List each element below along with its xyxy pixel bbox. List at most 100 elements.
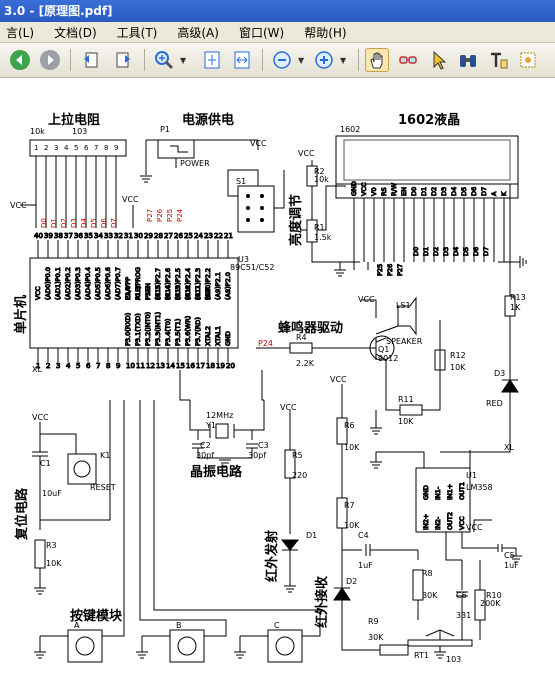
lcd-pin-label: RS — [380, 187, 388, 196]
svg-text:89C51/C52: 89C51/C52 — [230, 263, 274, 272]
svg-text:12MHz: 12MHz — [206, 411, 233, 420]
back-icon[interactable] — [8, 48, 32, 72]
mcu-pin-label: (A11)P2.3 — [194, 268, 202, 300]
mcu-pin-num-bottom: 9 — [116, 362, 120, 370]
mcu-pin-label: P3.5(T1) — [174, 319, 182, 346]
menu-help[interactable]: 帮助(H) — [298, 24, 352, 41]
svg-text:D3: D3 — [494, 369, 505, 378]
mcu-pin-num-top: 21 — [224, 232, 233, 240]
lcd-pin-label: D3 — [440, 187, 448, 196]
lcd-data-label: D4 — [452, 247, 460, 256]
text-select-icon[interactable] — [486, 48, 510, 72]
zoom-in-plus-icon[interactable] — [312, 48, 336, 72]
lcd-pin-label: V0 — [370, 187, 378, 196]
mcu-pin-num-bottom: 7 — [96, 362, 100, 370]
mcu-pin-label: (A8)P2.0 — [224, 272, 232, 300]
lcd-pin-label: D4 — [450, 187, 458, 196]
schematic: 123456789 VCC (AD0)P0.0 (AD1)P0.1 (AD2)P0.2… — [10, 112, 527, 664]
label-ir-tx: 红外发射 — [264, 530, 280, 582]
select-arrow-icon[interactable] — [426, 48, 450, 72]
svg-text:R9: R9 — [368, 617, 379, 626]
mcu-pin-num-top: 31 — [124, 232, 133, 240]
mcu-pin-label: (A12)P2.4 — [184, 268, 192, 300]
mcu-pin-label: (A9)P2.1 — [214, 272, 222, 300]
svg-text:VCC: VCC — [358, 295, 375, 304]
rpack-pin-num: 6 — [84, 144, 89, 152]
document-view[interactable]: 123456789 VCC (AD0)P0.0 (AD1)P0.1 (AD2)P0.2… — [0, 78, 555, 682]
mcu-pin-label: (AD7)P0.7 — [114, 267, 122, 300]
svg-text:2.2K: 2.2K — [296, 359, 315, 368]
svg-text:30pf: 30pf — [196, 451, 214, 460]
lm358-pin-label: IN1+ — [446, 484, 454, 500]
mcu-pin-num-bottom: 19 — [216, 362, 225, 370]
mcu-pin-num-bottom: 15 — [176, 362, 185, 370]
svg-text:30pf: 30pf — [248, 451, 266, 460]
mcu-pin-num-top: 38 — [54, 232, 63, 240]
mcu-pin-label: PSEN — [144, 283, 152, 300]
data-line-label: D6 — [100, 218, 108, 228]
mcu-pin-label: P3.1(TXD) — [134, 313, 142, 346]
binoculars-icon[interactable] — [456, 48, 480, 72]
svg-text:XL: XL — [32, 365, 42, 374]
menu-advanced[interactable]: 高级(A) — [171, 24, 225, 41]
zoom-dropdown-icon[interactable]: ▼ — [180, 56, 186, 65]
mcu-pin-num-bottom: 3 — [56, 362, 60, 370]
menu-document[interactable]: 文档(D) — [48, 24, 103, 41]
rpack-pin-num: 2 — [44, 144, 48, 152]
zoom-out-icon[interactable] — [270, 48, 294, 72]
mcu-pin-label: (AD5)P0.5 — [94, 267, 102, 300]
svg-text:C6: C6 — [456, 591, 467, 600]
mcu-pin-num-top: 27 — [164, 232, 173, 240]
page-prev-icon[interactable] — [80, 48, 104, 72]
label-power: 电源供电 — [182, 112, 234, 128]
mcu-pin-label: XTAL2 — [204, 326, 212, 346]
zoom-in-dropdown-icon[interactable]: ▼ — [340, 56, 346, 65]
lm358-pin-label: GND — [422, 485, 430, 500]
mcu-pin-label: P3.3(INT1) — [154, 312, 162, 346]
port-label: P27 — [146, 209, 154, 222]
mcu-pin-num-top: 24 — [194, 232, 203, 240]
power-switch — [237, 185, 275, 233]
lcd-display — [335, 135, 519, 185]
mcu-pin-num-bottom: 4 — [66, 362, 71, 370]
fit-page-icon[interactable] — [200, 48, 224, 72]
mcu-pin-label: (AD4)P0.4 — [84, 267, 92, 300]
fit-width-icon[interactable] — [230, 48, 254, 72]
zoom-in-icon[interactable] — [152, 48, 176, 72]
svg-text:C5: C5 — [504, 551, 515, 560]
label-crystal: 晶振电路 — [190, 464, 243, 480]
svg-text:R3: R3 — [46, 541, 57, 550]
svg-text:1uF: 1uF — [358, 561, 373, 570]
menu-language[interactable]: 言(L) — [0, 24, 40, 41]
mcu-pin-num-top: 33 — [104, 232, 113, 240]
forward-icon[interactable] — [38, 48, 62, 72]
svg-text:Y1: Y1 — [205, 421, 216, 430]
snapshot-icon[interactable] — [516, 48, 540, 72]
mcu-pin-num-bottom: 12 — [146, 362, 155, 370]
zoom-out-dropdown-icon[interactable]: ▼ — [298, 56, 304, 65]
svg-text:SPEAKER: SPEAKER — [386, 337, 423, 346]
menu-window[interactable]: 窗口(W) — [233, 24, 290, 41]
svg-text:VCC: VCC — [298, 149, 315, 158]
svg-text:R8: R8 — [422, 569, 433, 578]
lm358-pin-label: OUT1 — [458, 482, 466, 500]
svg-text:C2: C2 — [200, 441, 211, 450]
svg-text:200K: 200K — [480, 599, 501, 608]
toolbar: ▼ ▼ ▼ — [0, 43, 555, 78]
svg-text:VCC: VCC — [122, 195, 139, 204]
menu-bar: 言(L) 文档(D) 工具(T) 高级(A) 窗口(W) 帮助(H) — [0, 22, 555, 43]
mcu-pin-label: (A10)P2.2 — [204, 268, 212, 300]
svg-text:VCC: VCC — [466, 523, 483, 532]
hand-tool-icon[interactable] — [365, 48, 389, 72]
page-next-icon[interactable] — [110, 48, 134, 72]
svg-text:D1: D1 — [306, 531, 317, 540]
glasses-icon[interactable] — [396, 48, 420, 72]
data-line-label: D5 — [90, 218, 98, 228]
mcu-pin-num-bottom: 8 — [106, 362, 110, 370]
rpack-pin-num: 3 — [54, 144, 58, 152]
mcu-pin-label: (A15)P2.7 — [154, 268, 162, 300]
mcu-pin-num-top: 22 — [214, 232, 223, 240]
mcu-pin-label: P3.6(WR) — [184, 316, 192, 346]
lcd-data-label: D1 — [422, 247, 430, 256]
menu-tools[interactable]: 工具(T) — [111, 24, 164, 41]
